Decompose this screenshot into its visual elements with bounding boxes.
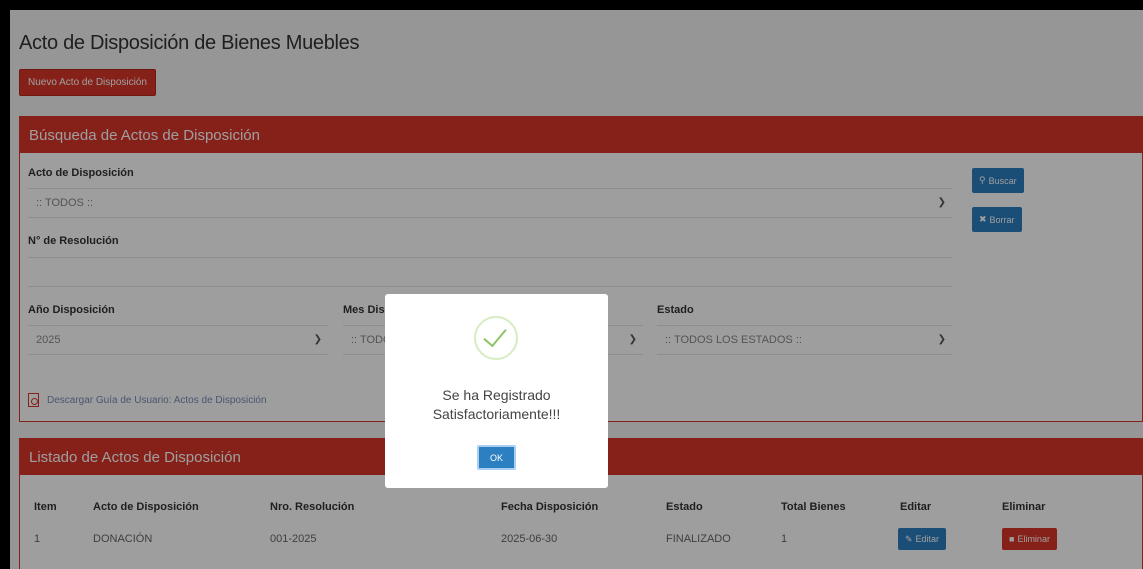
success-dialog: Se ha Registrado Satisfactoriamente!!! O… [385,294,608,488]
ok-button[interactable]: OK [477,445,516,470]
success-message-line2: Satisfactoriamente!!! [432,406,561,422]
success-message: Se ha Registrado Satisfactoriamente!!! [385,386,608,424]
check-icon [474,316,518,360]
app-frame: Acto de Disposición de Bienes Muebles Nu… [10,10,1143,569]
success-message-line1: Se ha Registrado [442,387,551,403]
